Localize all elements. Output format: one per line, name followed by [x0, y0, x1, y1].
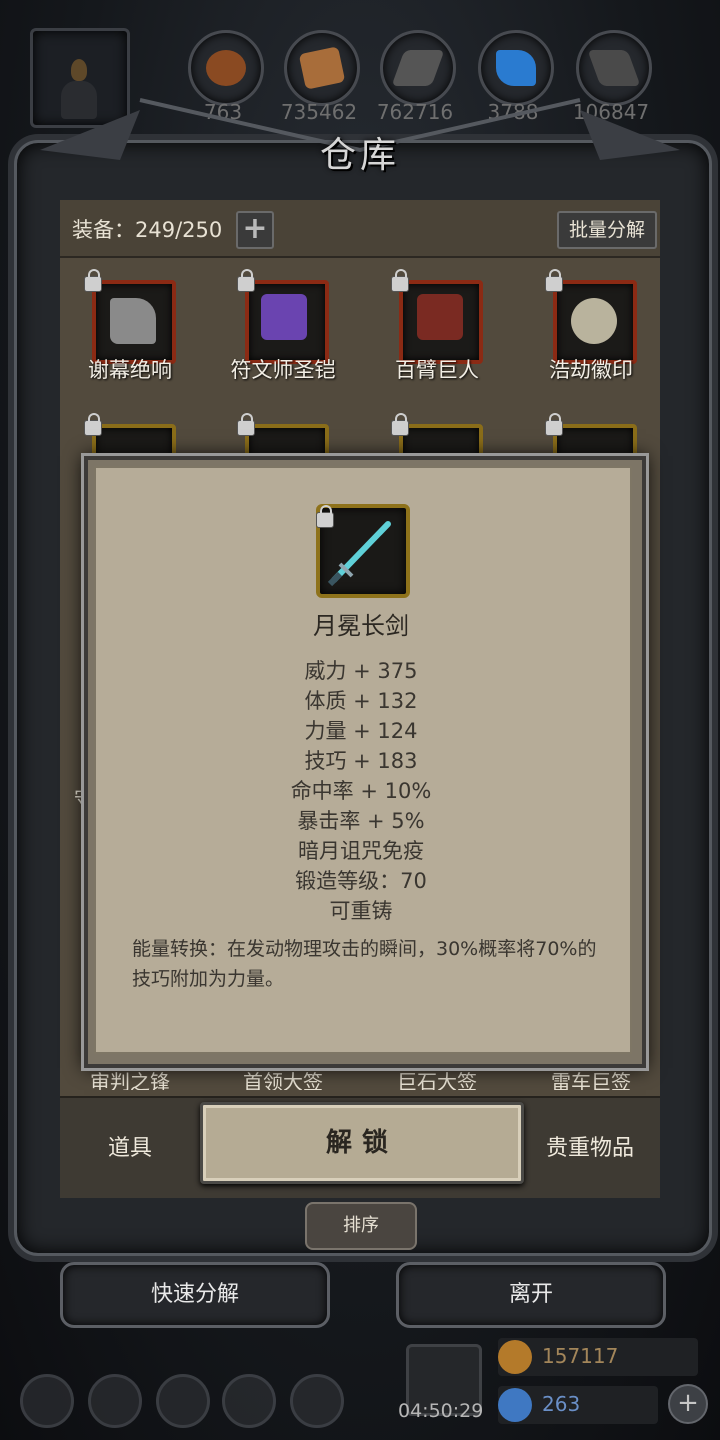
iron-ingot-icon: [391, 50, 445, 86]
item-name: 符文师圣铠: [230, 358, 336, 382]
expand-capacity-button[interactable]: +: [236, 211, 274, 249]
stat-forge-level: 锻造等级：70: [295, 869, 427, 893]
gift-timer: 04:50:29: [398, 1400, 484, 1422]
lock-icon: [391, 269, 409, 292]
item-detail-name: 月冕长剑: [313, 612, 409, 640]
revolver-icon: [110, 298, 156, 344]
leave-button[interactable]: 离开: [396, 1262, 666, 1328]
purple-armor-icon: [261, 294, 307, 340]
page-title: 仓库: [319, 135, 400, 176]
stat-constitution: 体质 + 132: [304, 689, 418, 713]
resource-count-steel: 106847: [572, 100, 650, 124]
item-stats: 威力 + 375 体质 + 132 力量 + 124 技巧 + 183 命中率 …: [94, 656, 628, 926]
lock-icon: [391, 413, 409, 436]
stat-strength: 力量 + 124: [304, 719, 418, 743]
achievement-star-icon[interactable]: [88, 1374, 142, 1428]
tab-items[interactable]: 道具: [60, 1130, 200, 1162]
item-name: 浩劫徽印: [549, 358, 633, 382]
steel-ingot-icon: [587, 50, 641, 86]
emblem-icon: [571, 298, 617, 344]
lock-icon: [316, 505, 334, 528]
inventory-item[interactable]: 百臂巨人: [362, 269, 512, 390]
lock-icon: [84, 413, 102, 436]
item-name: 百臂巨人: [395, 358, 479, 382]
wood-log-icon: [206, 50, 246, 86]
item-name: 审判之锋: [90, 1070, 170, 1090]
mail-icon[interactable]: [222, 1374, 276, 1428]
resource-wood-log[interactable]: [188, 30, 264, 106]
item-slot: [399, 280, 483, 364]
batch-decompose-button[interactable]: 批量分解: [557, 211, 657, 249]
quick-decompose-button[interactable]: 快速分解: [60, 1262, 330, 1328]
equipment-capacity: 装备：249/250: [72, 218, 223, 242]
gem-counter: 263: [498, 1386, 658, 1424]
stat-crit-rate: 暴击率 + 5%: [297, 809, 425, 833]
inventory-item[interactable]: 浩劫徽印: [516, 269, 666, 390]
tab-valuables[interactable]: 贵重物品: [520, 1130, 660, 1162]
lock-icon: [84, 269, 102, 292]
unlock-button[interactable]: 解锁: [200, 1102, 524, 1184]
resource-count-iron: 762716: [376, 100, 454, 124]
gem-amount: 263: [542, 1392, 581, 1416]
stat-power: 威力 + 375: [304, 659, 418, 683]
resource-steel-ingot[interactable]: [576, 30, 652, 106]
resource-count-wood: 763: [203, 100, 243, 124]
gold-coin-icon: [498, 1340, 532, 1374]
gem-icon: [498, 1388, 532, 1422]
stat-skill: 技巧 + 183: [304, 749, 418, 773]
resource-iron-ingot[interactable]: [380, 30, 456, 106]
resource-count-plank: 735462: [280, 100, 358, 124]
item-slot: [92, 280, 176, 364]
item-name: 首领大签: [243, 1070, 323, 1090]
torch-icon: [71, 59, 87, 81]
inventory-item[interactable]: 谢幕绝响: [55, 269, 205, 390]
item-name: 谢幕绝响: [88, 358, 172, 382]
resource-count-crystal: 3788: [487, 100, 539, 124]
stat-curse-immunity: 暗月诅咒免疫: [298, 839, 424, 863]
lock-icon: [237, 269, 255, 292]
gold-counter: 157117: [498, 1338, 698, 1376]
settings-gear-icon[interactable]: [20, 1374, 74, 1428]
shop-icon[interactable]: [290, 1374, 344, 1428]
item-slot: [553, 280, 637, 364]
item-name: 雷车巨签: [551, 1070, 631, 1090]
red-armor-icon: [417, 294, 463, 340]
guild-icon[interactable]: [156, 1374, 210, 1428]
lock-icon: [237, 413, 255, 436]
crystal-icon: [496, 50, 536, 86]
sort-button[interactable]: 排序: [305, 1202, 417, 1250]
resource-plank[interactable]: [284, 30, 360, 106]
stat-hit-rate: 命中率 + 10%: [290, 779, 432, 803]
lock-icon: [545, 269, 563, 292]
item-slot: [245, 280, 329, 364]
inventory-item[interactable]: 符文师圣铠: [208, 269, 358, 390]
item-name: 巨石大签: [397, 1070, 477, 1090]
item-description: 能量转换：在发动物理攻击的瞬间，30%概率将70%的技巧附加为力量。: [132, 938, 597, 990]
gold-amount: 157117: [542, 1344, 619, 1368]
stat-reforgeable: 可重铸: [329, 899, 393, 923]
character-silhouette: [61, 81, 97, 119]
resource-crystal[interactable]: [478, 30, 554, 106]
player-avatar[interactable]: [30, 28, 130, 128]
add-currency-button[interactable]: +: [668, 1384, 708, 1424]
plank-icon: [298, 46, 346, 90]
lock-icon: [545, 413, 563, 436]
